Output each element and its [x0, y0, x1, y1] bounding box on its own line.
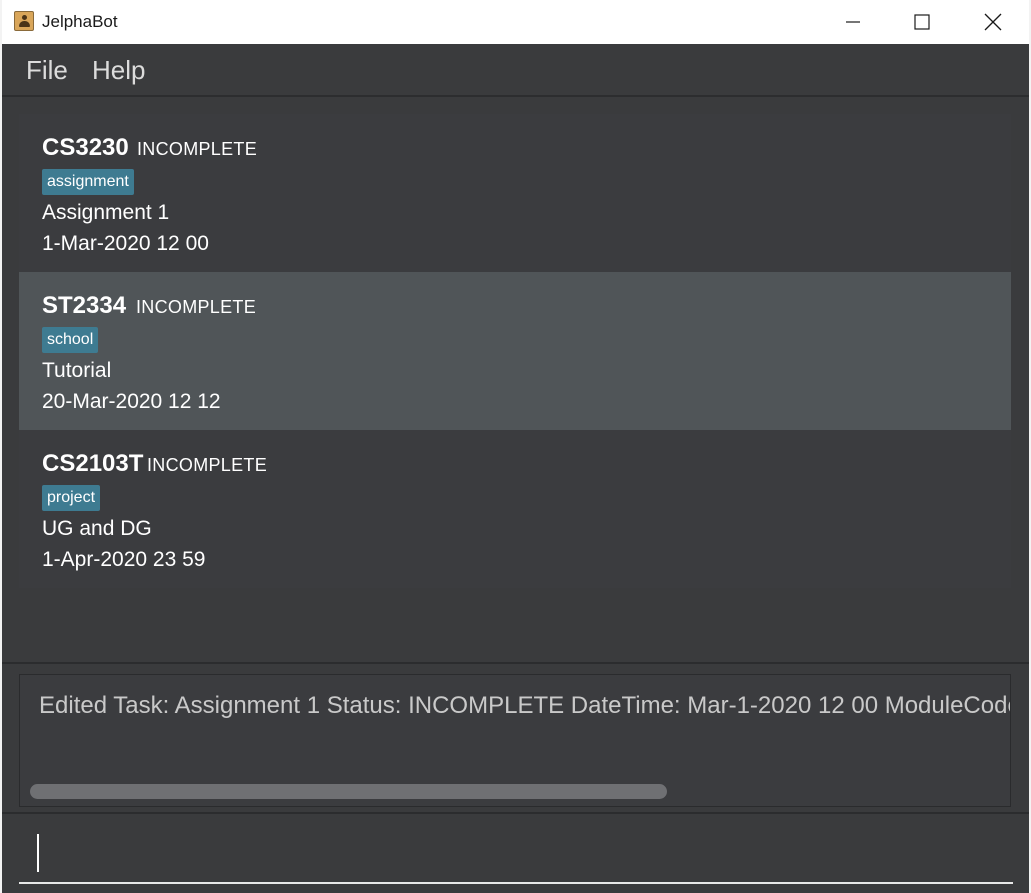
result-display-panel: Edited Task: Assignment 1 Status: INCOMP…	[2, 662, 1029, 812]
task-status: INCOMPLETE	[137, 139, 258, 159]
menu-bar: File Help	[2, 44, 1029, 97]
task-datetime: 20-Mar-2020 12 12	[42, 390, 221, 413]
close-icon	[984, 13, 1002, 31]
task-description: Tutorial	[42, 359, 112, 382]
task-list[interactable]: CS3230 INCOMPLETE assignment Assignment …	[2, 97, 1029, 662]
menu-file[interactable]: File	[26, 53, 68, 87]
maximize-icon	[914, 14, 930, 30]
task-tag: project	[42, 485, 101, 511]
command-panel	[2, 812, 1029, 893]
window-title: JelphaBot	[42, 12, 118, 31]
task-datetime: 1-Mar-2020 12 00	[42, 232, 209, 255]
result-display[interactable]: Edited Task: Assignment 1 Status: INCOMP…	[19, 674, 1011, 807]
minimize-icon	[846, 21, 860, 23]
minimize-button[interactable]	[830, 0, 876, 44]
task-module-code: CS2103T	[42, 450, 144, 477]
task-status: INCOMPLETE	[136, 297, 257, 317]
maximize-button[interactable]	[899, 0, 945, 44]
close-button[interactable]	[970, 0, 1016, 44]
task-module-code: CS3230	[42, 134, 129, 161]
task-module-code: ST2334	[42, 292, 127, 319]
contact-book-icon	[14, 11, 34, 31]
title-bar: JelphaBot	[2, 0, 1029, 44]
task-description: Assignment 1	[42, 201, 170, 224]
command-input[interactable]	[19, 822, 1013, 884]
task-tag: school	[42, 327, 99, 353]
task-description: UG and DG	[42, 517, 152, 540]
menu-help[interactable]: Help	[92, 53, 145, 87]
task-datetime: 1-Apr-2020 23 59	[42, 548, 206, 571]
horizontal-scrollbar[interactable]	[30, 784, 667, 799]
task-card[interactable]: CS3230 INCOMPLETE assignment Assignment …	[19, 114, 1011, 272]
task-tag: assignment	[42, 169, 134, 195]
text-caret	[37, 834, 39, 872]
app-window: JelphaBot File Help CS3230 INCOMPLETE as…	[2, 0, 1029, 893]
task-status: INCOMPLETE	[147, 455, 268, 475]
result-message: Edited Task: Assignment 1 Status: INCOMP…	[39, 692, 1011, 719]
task-card[interactable]: CS2103T INCOMPLETE project UG and DG 1-A…	[19, 430, 1011, 588]
task-card-selected[interactable]: ST2334 INCOMPLETE school Tutorial 20-Mar…	[19, 272, 1011, 430]
